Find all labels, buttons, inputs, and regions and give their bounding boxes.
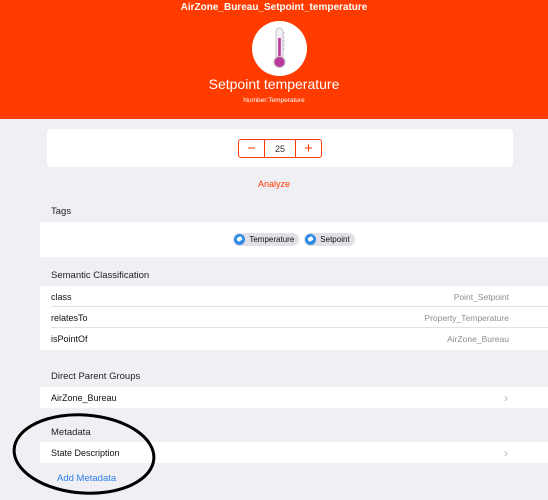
tag-icon xyxy=(305,234,317,245)
tag-label: Setpoint xyxy=(320,235,350,244)
semantic-row-class: class Point_Setpoint xyxy=(40,286,548,307)
semantic-value: Property_Temperature xyxy=(424,312,509,323)
value-stepper: − 25 + xyxy=(238,139,322,158)
tag-chip[interactable]: Temperature xyxy=(233,233,300,246)
tags-section-label: Tags xyxy=(51,206,72,217)
semantic-row-ispointof: isPointOf AirZone_Bureau xyxy=(40,328,548,349)
stepper-value[interactable]: 25 xyxy=(264,140,296,157)
tag-label: Temperature xyxy=(249,235,295,244)
semantic-key: class xyxy=(51,291,72,302)
parent-groups-section-label: Direct Parent Groups xyxy=(51,371,141,382)
item-header: AirZone_Bureau_Setpoint_temperature Setp… xyxy=(0,0,548,119)
chevron-right-icon: › xyxy=(504,445,508,460)
analyze-link[interactable]: Analyze xyxy=(0,179,548,189)
parent-group-label: AirZone_Bureau xyxy=(51,392,117,403)
semantic-key: relatesTo xyxy=(51,312,88,323)
semantic-value: Point_Setpoint xyxy=(453,291,509,302)
tag-icon xyxy=(234,234,246,245)
tags-card: Temperature Setpoint xyxy=(40,222,548,257)
tag-chip[interactable]: Setpoint xyxy=(304,233,355,246)
increment-button[interactable]: + xyxy=(296,140,321,157)
thermometer-icon xyxy=(273,27,286,68)
semantic-value: AirZone_Bureau xyxy=(447,333,509,344)
item-icon-circle xyxy=(252,21,307,76)
stepper-card: − 25 + xyxy=(47,129,513,167)
semantic-section-label: Semantic Classification xyxy=(51,270,150,281)
semantic-row-relatesto: relatesTo Property_Temperature xyxy=(40,307,548,328)
parent-group-item[interactable]: AirZone_Bureau › xyxy=(40,387,548,408)
item-title: AirZone_Bureau_Setpoint_temperature xyxy=(180,2,368,13)
decrement-button[interactable]: − xyxy=(239,140,264,157)
item-type: Number:Temperature xyxy=(243,97,305,104)
annotation-circle xyxy=(12,413,156,495)
item-label: Setpoint temperature xyxy=(208,76,340,92)
semantic-card: class Point_Setpoint relatesTo Property_… xyxy=(40,286,548,350)
chevron-right-icon: › xyxy=(504,390,508,405)
semantic-key: isPointOf xyxy=(51,333,88,344)
parent-groups-card: AirZone_Bureau › xyxy=(40,387,548,408)
